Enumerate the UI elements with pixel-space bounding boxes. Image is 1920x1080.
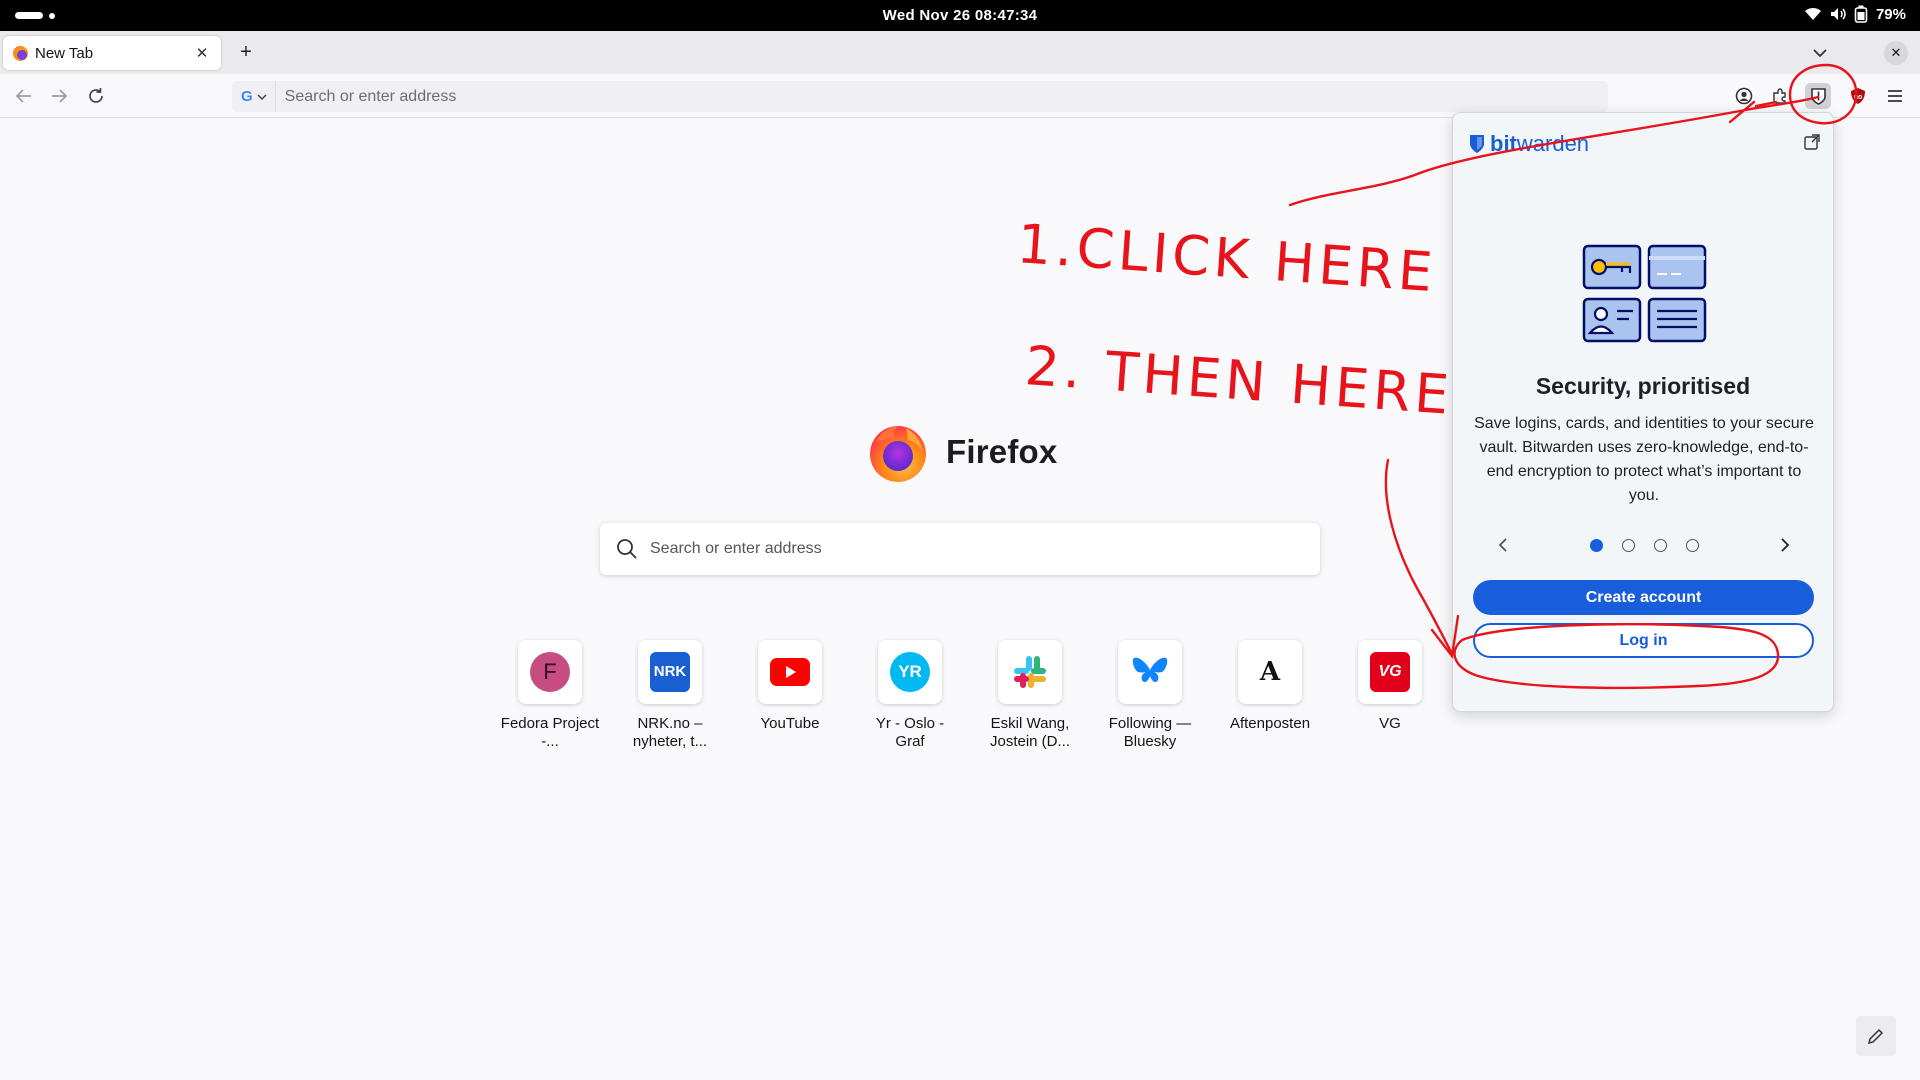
google-icon: G — [241, 88, 253, 105]
slack-icon — [998, 640, 1062, 704]
shortcut-tile[interactable]: VG VG — [1340, 640, 1440, 733]
create-account-button[interactable]: Create account — [1473, 580, 1814, 615]
back-arrow-icon[interactable] — [13, 85, 35, 107]
shortcut-label: Fedora Project -... — [500, 715, 600, 750]
aftenposten-icon: A — [1238, 640, 1302, 704]
carousel-dot-4[interactable] — [1685, 538, 1699, 552]
log-in-button[interactable]: Log in — [1473, 623, 1814, 658]
logo-warden: warden — [1516, 131, 1590, 156]
nrk-icon: NRK — [638, 640, 702, 704]
firefox-logo-icon — [870, 426, 926, 482]
annotation-step1: 1.CLICK HERE — [1015, 212, 1438, 304]
vault-items-illustration — [1582, 244, 1707, 343]
tab-strip: New Tab ✕ + ✕ — [0, 31, 1920, 74]
newtab-search-box[interactable]: Search or enter address — [600, 523, 1320, 575]
vg-icon: VG — [1358, 640, 1422, 704]
shortcut-label: Aftenposten — [1229, 715, 1311, 732]
bitwarden-shield-icon — [1470, 135, 1484, 153]
firefox-wordmark: Firefox — [946, 433, 1058, 470]
search-icon — [617, 539, 637, 559]
tab-new-tab[interactable]: New Tab ✕ — [3, 36, 221, 70]
shortcut-tile[interactable]: A Aftenposten — [1220, 640, 1320, 733]
customize-pencil-icon[interactable] — [1856, 1016, 1896, 1056]
close-tab-icon[interactable]: ✕ — [193, 44, 211, 62]
system-clock[interactable]: Wed Nov 26 08:47:34 — [0, 7, 1920, 24]
annotation-arrow-2 — [1384, 458, 1460, 659]
yr-icon: YR — [878, 640, 942, 704]
shortcut-label: Following — Bluesky — [1108, 715, 1192, 750]
carousel-dot-1[interactable] — [1589, 538, 1603, 552]
wifi-icon — [1804, 7, 1821, 20]
address-bar[interactable]: G Search or enter address — [232, 81, 1608, 112]
system-tray[interactable]: 79% — [1804, 5, 1906, 23]
bitwarden-extension-button[interactable] — [1805, 83, 1831, 109]
battery-icon — [1854, 5, 1868, 23]
newtab-search-input[interactable]: Search or enter address — [650, 540, 822, 558]
top-sites: F Fedora Project -... NRK NRK.no – nyhet… — [500, 640, 1422, 760]
reload-icon[interactable] — [85, 85, 107, 107]
bitwarden-popup: bitwarden Security, prioritised Save log… — [1452, 112, 1834, 712]
shortcut-tile[interactable]: F Fedora Project -... — [500, 640, 600, 751]
volume-icon — [1830, 8, 1846, 20]
shortcut-label: VG — [1379, 715, 1401, 732]
shortcut-label: Eskil Wang, Jostein (D... — [989, 715, 1071, 750]
onboarding-description: Save logins, cards, and identities to yo… — [1474, 415, 1814, 504]
svg-text:uo: uo — [1854, 94, 1863, 101]
onboarding-heading: Security, prioritised — [1535, 373, 1751, 399]
popout-icon[interactable] — [1803, 133, 1821, 151]
bitwarden-logo: bitwarden — [1469, 131, 1589, 157]
fedora-icon: F — [518, 640, 582, 704]
shortcut-tile[interactable]: Following — Bluesky — [1100, 640, 1200, 751]
shortcut-tile[interactable]: YouTube — [740, 640, 840, 733]
shortcut-label: NRK.no – nyheter, t... — [632, 715, 708, 750]
onboarding-carousel — [1493, 533, 1795, 557]
shortcut-tile[interactable]: NRK NRK.no – nyheter, t... — [620, 640, 720, 751]
chevron-down-icon — [257, 93, 267, 100]
annotation-step2: 2. THEN HERE — [1023, 334, 1455, 427]
system-status-bar: Wed Nov 26 08:47:34 79% — [0, 0, 1920, 31]
firefox-favicon-icon — [13, 45, 28, 61]
logo-bit: bit — [1490, 131, 1517, 156]
youtube-icon — [758, 640, 822, 704]
ublock-origin-icon[interactable]: uo — [1845, 83, 1871, 109]
carousel-next-icon[interactable] — [1775, 535, 1795, 555]
carousel-dots — [1589, 538, 1699, 552]
bluesky-icon — [1118, 640, 1182, 704]
new-tab-plus-icon[interactable]: + — [236, 42, 256, 62]
shortcut-tile[interactable]: YR Yr - Oslo - Graf — [860, 640, 960, 751]
hamburger-menu-icon[interactable] — [1882, 83, 1908, 109]
close-window-icon[interactable]: ✕ — [1884, 41, 1908, 65]
shortcut-tile[interactable]: Eskil Wang, Jostein (D... — [980, 640, 1080, 751]
extensions-puzzle-icon[interactable] — [1767, 83, 1793, 109]
battery-percent: 79% — [1875, 5, 1906, 23]
chevron-down-icon[interactable] — [1810, 44, 1830, 62]
firefox-logo: Firefox — [866, 420, 1057, 484]
search-engine-selector[interactable]: G — [232, 81, 276, 112]
url-input[interactable]: Search or enter address — [276, 88, 457, 106]
account-icon[interactable] — [1731, 83, 1757, 109]
shortcut-label: Yr - Oslo - Graf — [875, 715, 945, 750]
forward-arrow-icon[interactable] — [48, 85, 70, 107]
tab-title: New Tab — [35, 44, 94, 62]
carousel-dot-3[interactable] — [1653, 538, 1667, 552]
carousel-prev-icon[interactable] — [1493, 535, 1513, 555]
shortcut-label: YouTube — [760, 715, 820, 732]
carousel-dot-2[interactable] — [1621, 538, 1635, 552]
